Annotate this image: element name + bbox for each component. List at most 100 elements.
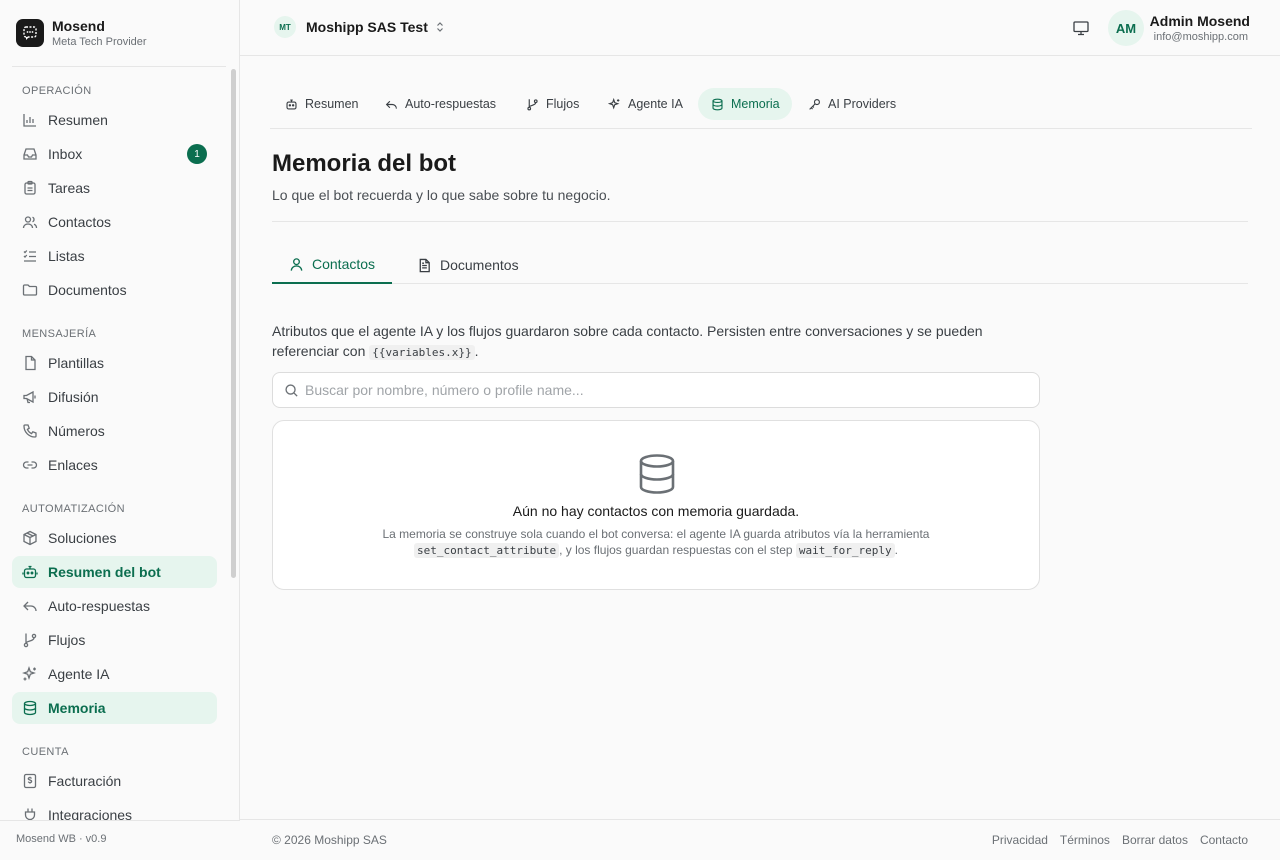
tab-agente-ia[interactable]: Agente IA bbox=[595, 88, 695, 120]
sidebar-item-agente-ia[interactable]: Agente IA bbox=[12, 658, 217, 690]
footer-link-privacidad[interactable]: Privacidad bbox=[992, 833, 1048, 847]
megaphone-icon bbox=[23, 390, 36, 404]
user-email: info@moshipp.com bbox=[1153, 31, 1248, 43]
plug-icon bbox=[24, 808, 36, 821]
sidebar-item-soluciones[interactable]: Soluciones bbox=[12, 522, 217, 554]
sidebar-item-auto-respuestas[interactable]: Auto-respuestas bbox=[12, 590, 217, 622]
user-avatar[interactable]: AM bbox=[1108, 10, 1144, 46]
sidebar-scrollbar[interactable] bbox=[231, 69, 236, 578]
tab-label: Flujos bbox=[546, 97, 580, 111]
tab-auto-respuestas[interactable]: Auto-respuestas bbox=[372, 88, 508, 120]
sidebar-item-documentos[interactable]: Documentos bbox=[12, 274, 217, 306]
sparkles-icon bbox=[608, 97, 620, 109]
sidebar-item-resumen-del-bot[interactable]: Resumen del bot bbox=[12, 556, 217, 588]
page-footer: © 2026 Moshipp SAS Privacidad Términos B… bbox=[240, 819, 1280, 860]
app-version: Mosend WB · v0.9 bbox=[0, 820, 240, 860]
brand[interactable]: Mosend Meta Tech Provider bbox=[16, 17, 147, 49]
user-name: Admin Mosend bbox=[1149, 13, 1250, 29]
sidebar-item-label: Números bbox=[48, 423, 105, 439]
footer-link-borrar-datos[interactable]: Borrar datos bbox=[1122, 833, 1188, 847]
list-icon bbox=[23, 250, 36, 262]
sidebar-item-label: Documentos bbox=[48, 282, 127, 298]
sidebar-item-tareas[interactable]: Tareas bbox=[12, 172, 217, 204]
search-icon bbox=[285, 384, 298, 397]
sidebar-item-enlaces[interactable]: Enlaces bbox=[12, 449, 217, 481]
search-box bbox=[272, 372, 1040, 408]
sidebar-item-inbox[interactable]: Inbox 1 bbox=[12, 138, 217, 170]
bot-tabs: Resumen Auto-respuestas Flujos Agente IA… bbox=[270, 88, 1252, 129]
copyright: © 2026 Moshipp SAS bbox=[272, 833, 387, 847]
sidebar-item-label: Listas bbox=[48, 248, 85, 264]
database-icon bbox=[639, 454, 675, 494]
tab-label: Auto-respuestas bbox=[405, 97, 497, 111]
key-icon bbox=[809, 98, 820, 110]
footer-link-terminos[interactable]: Términos bbox=[1060, 833, 1110, 847]
description-end: . bbox=[474, 343, 479, 359]
tab-contactos[interactable]: Contactos bbox=[272, 246, 393, 284]
section-title-operacion: OPERACIÓN bbox=[22, 85, 92, 97]
clipboard-icon bbox=[24, 180, 36, 195]
page-subtitle: Lo que el bot recuerda y lo que sabe sob… bbox=[272, 187, 611, 203]
user-icon bbox=[290, 257, 303, 271]
link-icon bbox=[22, 461, 38, 469]
empty-state-description: La memoria se construye sola cuando el b… bbox=[365, 526, 947, 559]
sidebar-nav[interactable]: OPERACIÓN Resumen Inbox 1 Tareas Contact… bbox=[0, 67, 240, 821]
folder-icon bbox=[22, 284, 38, 296]
memory-description: Atributos que el agente IA y los flujos … bbox=[272, 321, 1032, 363]
footer-link-contacto[interactable]: Contacto bbox=[1200, 833, 1248, 847]
sidebar-item-plantillas[interactable]: Plantillas bbox=[12, 347, 217, 379]
sidebar-item-integraciones[interactable]: Integraciones bbox=[12, 799, 217, 821]
file-text-icon bbox=[419, 258, 430, 272]
tool-code: set_contact_attribute bbox=[414, 543, 560, 558]
monitor-icon[interactable] bbox=[1072, 19, 1090, 37]
workspace-name: Moshipp SAS Test bbox=[306, 19, 428, 35]
sidebar-item-label: Enlaces bbox=[48, 457, 98, 473]
sidebar-item-label: Contactos bbox=[48, 214, 112, 230]
workspace-avatar: MT bbox=[274, 16, 296, 38]
divider bbox=[272, 221, 1248, 222]
empty-desc-part: , y los flujos guardan respuestas con el… bbox=[559, 543, 793, 557]
git-branch-icon bbox=[527, 98, 538, 110]
tab-flujos[interactable]: Flujos bbox=[513, 88, 591, 120]
sidebar-item-memoria[interactable]: Memoria bbox=[12, 692, 217, 724]
section-title-cuenta: CUENTA bbox=[22, 746, 69, 758]
inbox-count-badge: 1 bbox=[187, 144, 207, 164]
tab-resumen[interactable]: Resumen bbox=[272, 88, 371, 120]
git-branch-icon bbox=[23, 633, 37, 648]
tab-label: Contactos bbox=[312, 256, 376, 272]
tab-memoria[interactable]: Memoria bbox=[698, 88, 792, 120]
reply-icon bbox=[385, 100, 397, 109]
sidebar-item-numeros[interactable]: Números bbox=[12, 415, 217, 447]
tab-label: Agente IA bbox=[628, 97, 683, 111]
users-icon bbox=[22, 216, 38, 229]
search-input[interactable] bbox=[305, 373, 1025, 407]
brand-logo-icon bbox=[16, 19, 44, 47]
sidebar-item-facturacion[interactable]: Facturación bbox=[12, 765, 217, 797]
sidebar-item-label: Resumen bbox=[48, 112, 108, 128]
sidebar-item-label: Difusión bbox=[48, 389, 99, 405]
sidebar-item-resumen[interactable]: Resumen bbox=[12, 104, 217, 136]
sidebar-item-contactos[interactable]: Contactos bbox=[12, 206, 217, 238]
brand-subtitle: Meta Tech Provider bbox=[52, 36, 147, 48]
tab-documentos[interactable]: Documentos bbox=[400, 246, 536, 284]
empty-state-title: Aún no hay contactos con memoria guardad… bbox=[512, 503, 800, 519]
sidebar-item-label: Tareas bbox=[48, 180, 91, 196]
tab-label: AI Providers bbox=[828, 97, 897, 111]
sidebar-item-difusion[interactable]: Difusión bbox=[12, 381, 217, 413]
sidebar-item-flujos[interactable]: Flujos bbox=[12, 624, 217, 656]
sidebar-item-listas[interactable]: Listas bbox=[12, 240, 217, 272]
section-title-mensajeria: MENSAJERÍA bbox=[22, 328, 97, 340]
sidebar-item-label: Facturación bbox=[48, 773, 122, 789]
workspace-switcher[interactable]: MT Moshipp SAS Test bbox=[274, 16, 446, 38]
tab-ai-providers[interactable]: AI Providers bbox=[795, 88, 908, 120]
bot-icon bbox=[286, 98, 297, 110]
sparkles-icon bbox=[22, 666, 36, 681]
sidebar-item-label: Flujos bbox=[48, 632, 86, 648]
sidebar: Mosend Meta Tech Provider OPERACIÓN Resu… bbox=[0, 0, 240, 860]
memory-tabs: Contactos Documentos bbox=[272, 246, 1248, 284]
tab-label: Resumen bbox=[305, 97, 359, 111]
top-bar: MT Moshipp SAS Test AM Admin Mosend info… bbox=[240, 0, 1280, 56]
bot-icon bbox=[22, 565, 38, 579]
page-title: Memoria del bot bbox=[272, 150, 457, 177]
empty-state-card: Aún no hay contactos con memoria guardad… bbox=[272, 420, 1040, 590]
